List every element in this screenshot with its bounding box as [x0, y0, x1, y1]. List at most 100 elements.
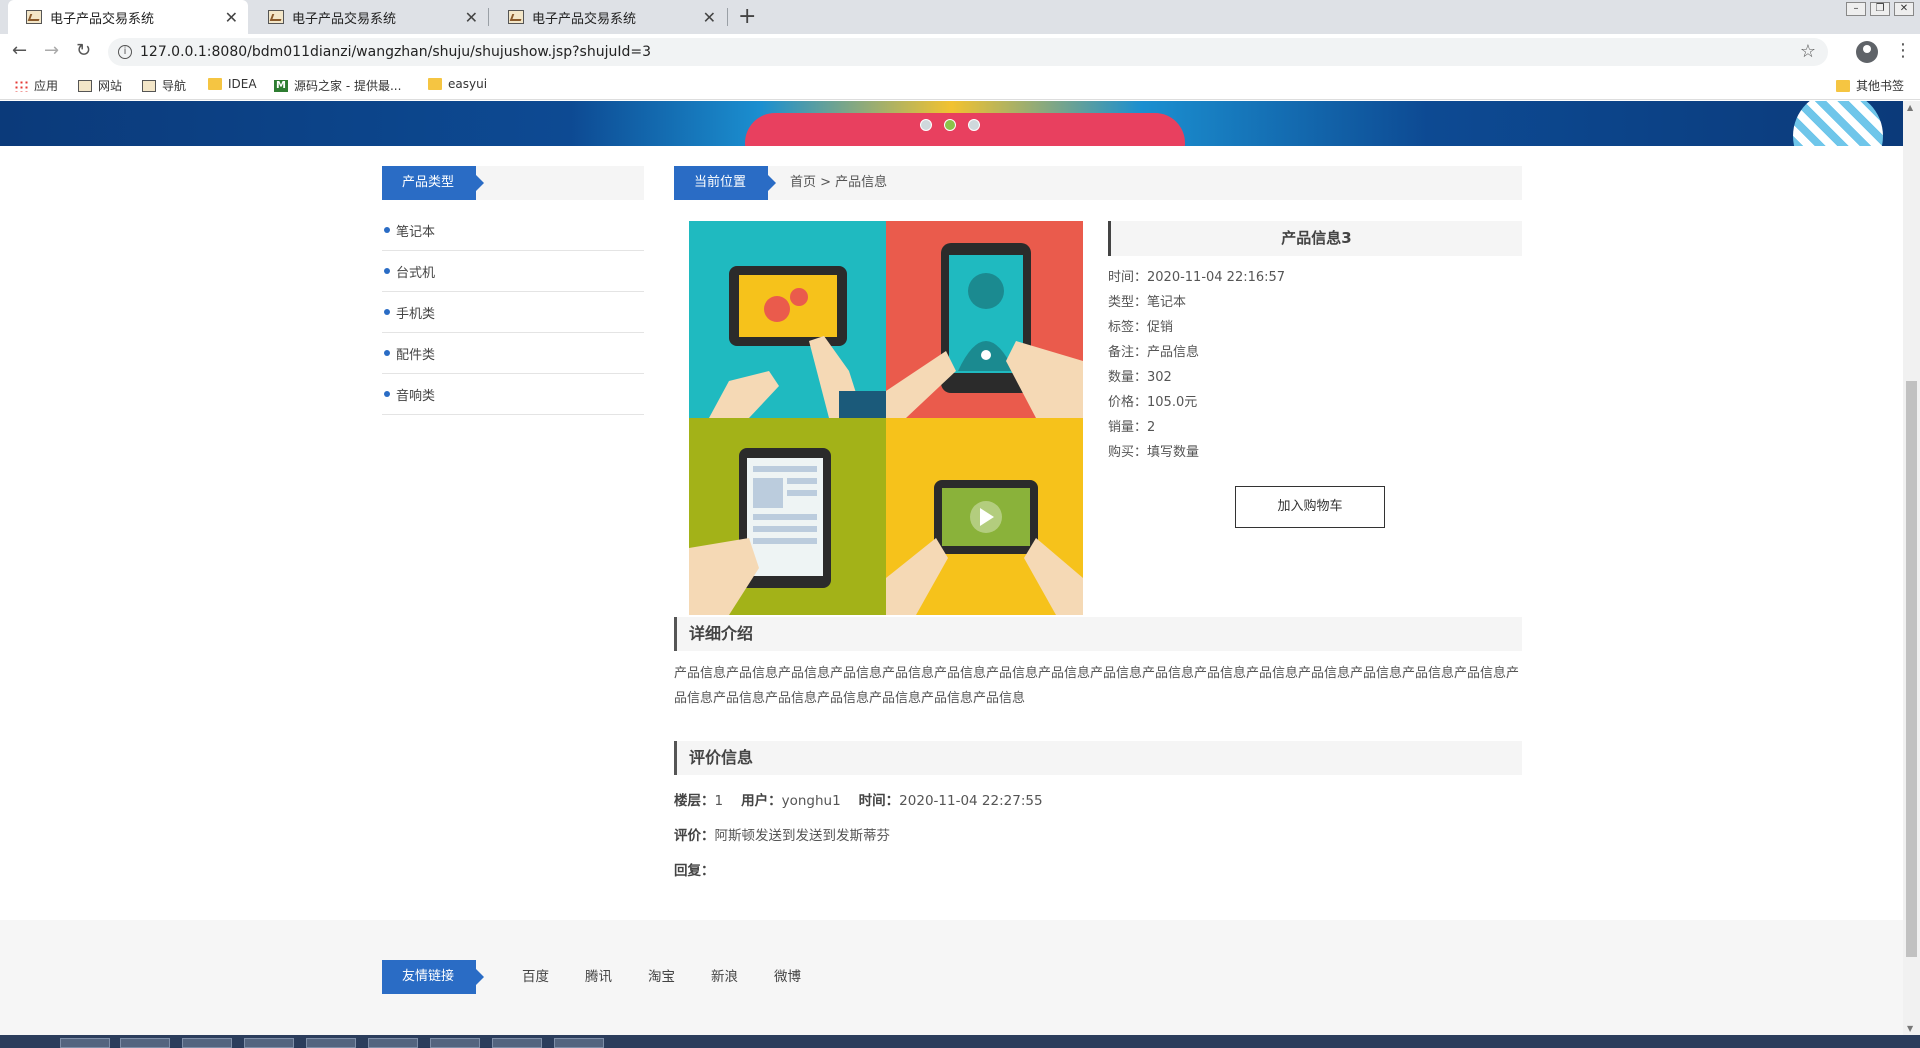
- forward-arrow-icon[interactable]: →: [44, 40, 59, 61]
- browser-tab-1[interactable]: 电子产品交易系统 ✕: [8, 0, 248, 34]
- url-text[interactable]: 127.0.0.1:8080/bdm011dianzi/wangzhan/shu…: [140, 44, 651, 60]
- restore-icon[interactable]: ❐: [1870, 2, 1890, 16]
- taskbar-item[interactable]: [306, 1038, 356, 1048]
- bookmark-item[interactable]: IDEA: [208, 77, 257, 91]
- bookmark-apps[interactable]: 应用: [14, 77, 58, 94]
- bookmark-item[interactable]: easyui: [428, 77, 487, 91]
- bookmark-label: 源码之家 - 提供最...: [294, 79, 402, 93]
- image-quadrant: [689, 221, 886, 418]
- browser-tab-2[interactable]: 电子产品交易系统 ✕: [250, 0, 488, 34]
- bookmark-other[interactable]: 其他书签: [1836, 77, 1904, 94]
- user-label: 用户：: [741, 793, 782, 809]
- bookmark-item[interactable]: 网站: [78, 77, 122, 94]
- product-title-bar: 产品信息3: [1108, 221, 1522, 256]
- friend-link[interactable]: 腾讯: [585, 960, 648, 994]
- friend-link[interactable]: 微博: [774, 960, 837, 994]
- scroll-up-icon[interactable]: ▲: [1907, 103, 1913, 112]
- category-title: 产品类型: [382, 166, 485, 200]
- image-quadrant: [886, 418, 1083, 615]
- breadcrumb: 当前位置 首页 > 产品信息: [674, 166, 1522, 200]
- page-favicon-icon: [26, 10, 42, 24]
- carousel-dot[interactable]: [920, 119, 932, 131]
- close-tab-icon[interactable]: ✕: [703, 8, 716, 27]
- detail-text: 产品信息产品信息产品信息产品信息产品信息产品信息产品信息产品信息产品信息产品信息…: [674, 666, 1520, 706]
- product-image: [689, 221, 1083, 615]
- taskbar-item[interactable]: [120, 1038, 170, 1048]
- review-heading: 评价信息: [674, 741, 1522, 775]
- account-avatar-icon[interactable]: [1856, 41, 1878, 63]
- bookmarks-bar: 应用 网站 导航 IDEA M 源码之家 - 提供最... easyui 其他书签: [0, 70, 1920, 100]
- window-controls: – ❐ ✕: [1846, 2, 1914, 16]
- carousel-dot[interactable]: [944, 119, 956, 131]
- tab-title: 电子产品交易系统: [532, 11, 637, 27]
- taskbar-item[interactable]: [368, 1038, 418, 1048]
- review-comment: 评价：阿斯顿发送到发送到发斯蒂芬: [674, 824, 890, 844]
- page-scrollbar[interactable]: ▲ ▼: [1903, 101, 1920, 1035]
- floor-value: 1: [714, 793, 724, 809]
- bookmark-item[interactable]: 导航: [142, 77, 186, 94]
- product-time: 时间：2020-11-04 22:16:57: [1108, 270, 1286, 285]
- taskbar-item[interactable]: [492, 1038, 542, 1048]
- reload-icon[interactable]: ↻: [76, 40, 91, 61]
- page-favicon-icon: [508, 10, 524, 24]
- breadcrumb-path[interactable]: 首页 > 产品信息: [790, 166, 887, 200]
- tab-title: 电子产品交易系统: [50, 11, 155, 27]
- folder-icon: [428, 78, 442, 90]
- close-tab-icon[interactable]: ✕: [465, 8, 478, 27]
- close-tab-icon[interactable]: ✕: [225, 8, 238, 27]
- promo-banner[interactable]: [0, 101, 1903, 146]
- scroll-down-icon[interactable]: ▼: [1907, 1024, 1913, 1033]
- category-item[interactable]: 手机类: [382, 292, 644, 333]
- category-item[interactable]: 笔记本: [382, 210, 644, 251]
- minimize-icon[interactable]: –: [1846, 2, 1866, 16]
- footer: 友情链接 百度 腾讯 淘宝 新浪 微博: [0, 920, 1903, 1035]
- new-tab-icon[interactable]: +: [738, 4, 756, 29]
- category-header: 产品类型: [382, 166, 644, 200]
- product-sales: 销量：2: [1108, 420, 1156, 435]
- taskbar-item[interactable]: [244, 1038, 294, 1048]
- add-to-cart-button[interactable]: 加入购物车: [1235, 486, 1385, 528]
- comment-label: 评价：: [674, 828, 715, 844]
- bookmark-label: 应用: [34, 79, 59, 93]
- user-value: yonghu1: [781, 793, 841, 809]
- page-favicon-icon: [78, 79, 92, 92]
- bookmark-item[interactable]: M 源码之家 - 提供最...: [274, 77, 401, 94]
- category-item[interactable]: 配件类: [382, 333, 644, 374]
- time-label: 时间：: [858, 793, 900, 809]
- banner-carousel-dots: [920, 119, 980, 131]
- url-bar[interactable]: i 127.0.0.1:8080/bdm011dianzi/wangzhan/s…: [108, 38, 1828, 66]
- product-title: 产品信息3: [1281, 229, 1352, 247]
- breadcrumb-label: 当前位置: [674, 166, 777, 200]
- friend-link[interactable]: 百度: [522, 960, 585, 994]
- friend-link[interactable]: 淘宝: [648, 960, 711, 994]
- browser-menu-icon[interactable]: ⋮: [1894, 40, 1912, 61]
- category-item[interactable]: 音响类: [382, 374, 644, 415]
- address-toolbar: ← → ↻ i 127.0.0.1:8080/bdm011dianzi/wang…: [0, 34, 1920, 70]
- taskbar-item[interactable]: [60, 1038, 110, 1048]
- taskbar-item[interactable]: [182, 1038, 232, 1048]
- folder-icon: [208, 78, 222, 90]
- taskbar-item[interactable]: [430, 1038, 480, 1048]
- tab-separator: [727, 8, 728, 26]
- scrollbar-thumb[interactable]: [1906, 381, 1917, 957]
- friend-link[interactable]: 新浪: [711, 960, 774, 994]
- friend-links: 百度 腾讯 淘宝 新浪 微博: [522, 960, 837, 994]
- reply-label: 回复：: [674, 863, 715, 879]
- back-arrow-icon[interactable]: ←: [12, 40, 27, 61]
- review-meta: 楼层：1 用户：yonghu1 时间：2020-11-04 22:27:55: [674, 789, 1043, 809]
- review-reply: 回复：: [674, 859, 715, 879]
- os-taskbar: [0, 1035, 1920, 1048]
- floor-label: 楼层：: [674, 793, 715, 809]
- product-buy-quantity[interactable]: 购买：填写数量: [1108, 443, 1285, 468]
- bookmark-star-icon[interactable]: ☆: [1800, 41, 1816, 62]
- image-quadrant: [689, 418, 886, 615]
- folder-icon: [1836, 79, 1850, 92]
- product-details: 时间：2020-11-04 22:16:57 类型：笔记本 标签：促销 备注：产…: [1108, 268, 1285, 468]
- category-item[interactable]: 台式机: [382, 251, 644, 292]
- site-info-icon[interactable]: i: [118, 45, 132, 59]
- close-window-icon[interactable]: ✕: [1894, 2, 1914, 16]
- taskbar-item[interactable]: [554, 1038, 604, 1048]
- browser-tab-3[interactable]: 电子产品交易系统 ✕: [490, 0, 726, 34]
- carousel-dot[interactable]: [968, 119, 980, 131]
- banner-decoration: [1793, 101, 1883, 146]
